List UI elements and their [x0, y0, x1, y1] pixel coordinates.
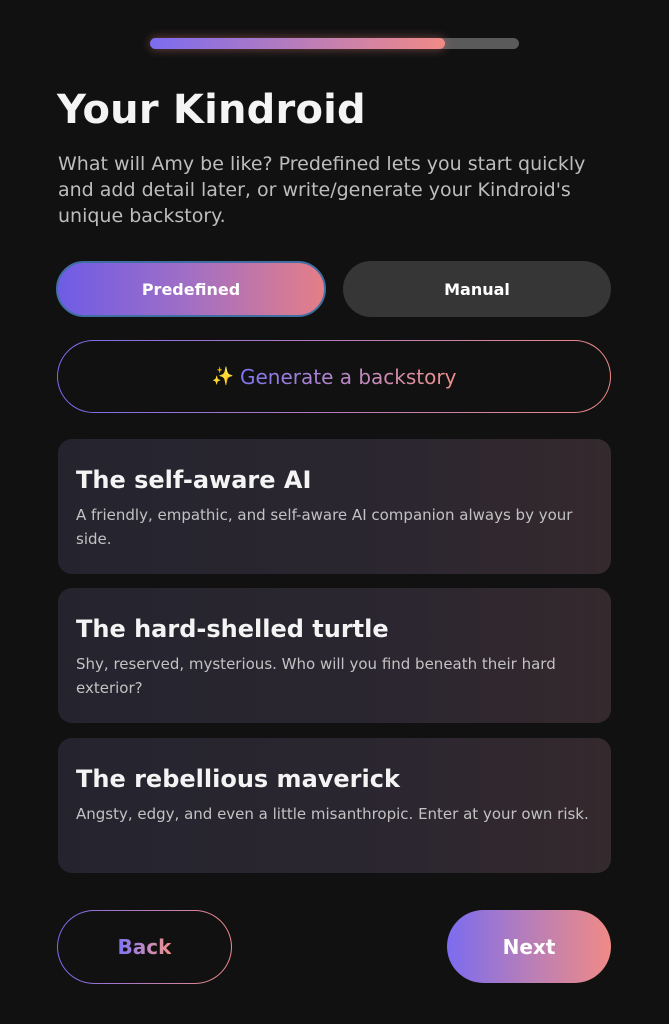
- preset-card-hard-shelled-turtle[interactable]: The hard-shelled turtle Shy, reserved, m…: [58, 588, 611, 723]
- back-button[interactable]: Back: [57, 910, 232, 984]
- preset-card-title: The hard-shelled turtle: [76, 615, 389, 643]
- preset-card-description: Angsty, edgy, and even a little misanthr…: [76, 805, 589, 823]
- preset-card-description: Shy, reserved, mysterious. Who will you …: [76, 655, 556, 697]
- progress-bar-fill: [150, 38, 446, 49]
- preset-card-self-aware-ai[interactable]: The self-aware AI A friendly, empathic, …: [58, 439, 611, 574]
- manual-toggle-label: Manual: [444, 279, 510, 299]
- generate-backstory-button[interactable]: ✨ Generate a backstory: [57, 340, 611, 413]
- next-button[interactable]: Next: [447, 910, 611, 983]
- manual-toggle-button[interactable]: Manual: [343, 261, 611, 317]
- generate-backstory-label: Generate a backstory: [239, 364, 457, 389]
- next-button-label: Next: [502, 934, 556, 959]
- predefined-toggle-label: Predefined: [141, 279, 241, 299]
- preset-card-title: The rebellious maverick: [76, 765, 400, 793]
- page-subtitle: What will Amy be like? Predefined lets y…: [58, 153, 586, 227]
- progress-bar: [150, 38, 519, 49]
- predefined-toggle-button[interactable]: Predefined: [56, 261, 326, 317]
- preset-card-title: The self-aware AI: [76, 466, 312, 494]
- preset-card-description: A friendly, empathic, and self-aware AI …: [76, 506, 573, 548]
- sparkle-icon: ✨: [211, 366, 234, 387]
- page-title: Your Kindroid: [57, 87, 366, 133]
- back-button-label: Back: [117, 935, 172, 959]
- preset-card-rebellious-maverick[interactable]: The rebellious maverick Angsty, edgy, an…: [58, 738, 611, 873]
